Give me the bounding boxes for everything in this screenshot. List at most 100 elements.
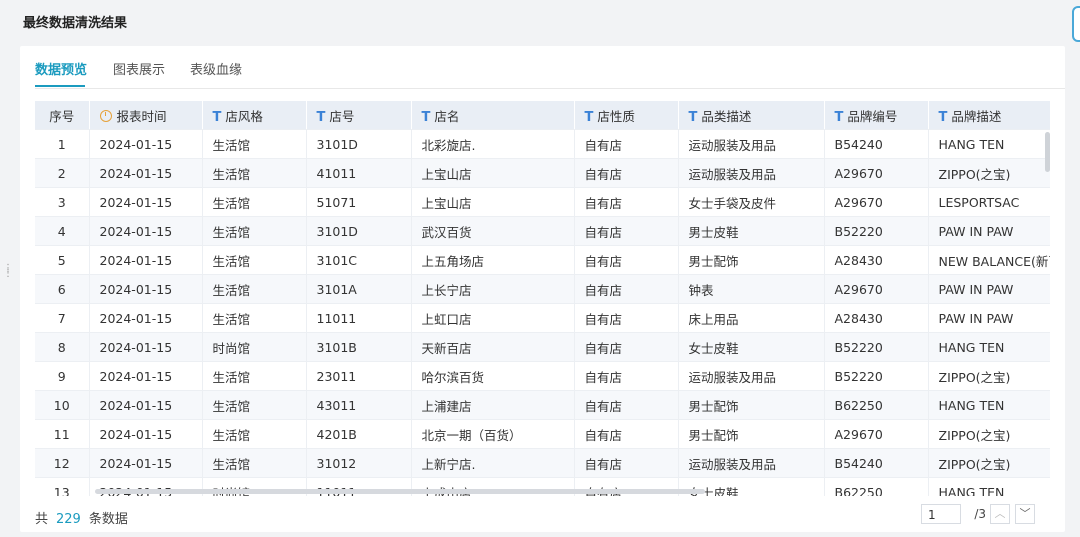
table-cell: HANG TEN: [928, 129, 1050, 159]
table-cell: A29670: [824, 158, 929, 188]
table-cell: A29670: [824, 187, 929, 217]
table-cell: NEW BALANCE(新百伦): [928, 245, 1050, 275]
table-cell: 自有店: [574, 274, 679, 304]
horizontal-scrollbar[interactable]: [95, 489, 705, 494]
table-cell: 上宝山店: [411, 187, 575, 217]
tab-data-preview[interactable]: 数据预览: [35, 59, 87, 78]
table-cell: 8: [35, 332, 90, 362]
table-cell: 自有店: [574, 448, 679, 478]
table-cell: 1: [35, 129, 90, 159]
column-header-5[interactable]: T 店性质: [574, 101, 679, 130]
table-cell: 自有店: [574, 129, 679, 159]
table-cell: 上长宁店: [411, 274, 575, 304]
table-row[interactable]: 12 2024-01-15 生活馆 31012 上新宁店. 自有店 运动服装及用品 B5424…: [35, 448, 1050, 478]
table-row[interactable]: 8 2024-01-15 时尚馆 3101B 天新百店 自有店 女士皮鞋 B52220 HANG…: [35, 332, 1050, 362]
table-cell: 6: [35, 274, 90, 304]
column-header-8[interactable]: T 品牌描述: [928, 101, 1050, 130]
table-row[interactable]: 6 2024-01-15 生活馆 3101A 上长宁店 自有店 钟表 A29670 PAW IN…: [35, 274, 1050, 304]
table-row[interactable]: 10 2024-01-15 生活馆 43011 上浦建店 自有店 男士配饰 B62250 HAN…: [35, 390, 1050, 420]
table-cell: PAW IN PAW: [928, 274, 1050, 304]
table-header-row: 序号 报表时间 T 店风格 T 店号 T 店名 T 店性质 T 品类描述 T 品牌编号 T 品牌描述: [35, 101, 1050, 130]
table-cell: 武汉百货: [411, 216, 575, 246]
column-header-7[interactable]: T 品牌编号: [824, 101, 929, 130]
table-cell: 11011: [306, 303, 412, 333]
total-prefix: 共: [35, 512, 49, 527]
table-row[interactable]: 1 2024-01-15 生活馆 3101D 北彩旋店. 自有店 运动服装及用品 B54240…: [35, 129, 1050, 159]
table-row[interactable]: 5 2024-01-15 生活馆 3101C 上五角场店 自有店 男士配饰 A28430 NEW…: [35, 245, 1050, 275]
table-cell: 哈尔滨百货: [411, 361, 575, 391]
table-cell: 2: [35, 158, 90, 188]
chevron-down-icon: ﹀: [1019, 507, 1031, 520]
table-row[interactable]: 7 2024-01-15 生活馆 11011 上虹口店 自有店 床上用品 A28430 PAW …: [35, 303, 1050, 333]
table-cell: HANG TEN: [928, 390, 1050, 420]
vertical-scrollbar[interactable]: [1045, 132, 1050, 172]
total-suffix: 条数据: [88, 512, 128, 527]
table-cell: 2024-01-15: [89, 245, 203, 275]
table-cell: 运动服装及用品: [678, 129, 825, 159]
tab-chart-display[interactable]: 图表展示: [113, 59, 165, 78]
text-type-icon: T: [316, 109, 326, 125]
table-cell: 生活馆: [202, 390, 307, 420]
table-cell: 2024-01-15: [89, 303, 203, 333]
table-cell: A28430: [824, 303, 929, 333]
table-cell: 上虹口店: [411, 303, 575, 333]
table-row[interactable]: 3 2024-01-15 生活馆 51071 上宝山店 自有店 女士手袋及皮件 A29670 L…: [35, 187, 1050, 217]
drag-handle-icon[interactable]: ⋮ ⋮: [3, 264, 13, 279]
table-cell: 3101D: [306, 129, 412, 159]
page-total: /3: [974, 507, 986, 521]
table-cell: 时尚馆: [202, 332, 307, 362]
side-panel-handle[interactable]: [1072, 6, 1080, 42]
page-number-input[interactable]: 1: [921, 504, 961, 524]
column-header-label: 序号: [49, 108, 75, 124]
table-cell: B54240: [824, 129, 929, 159]
tab-bar: 数据预览 图表展示 表级血缘: [35, 54, 1065, 89]
data-table: 序号 报表时间 T 店风格 T 店号 T 店名 T 店性质 T 品类描述 T 品牌编号 T 品牌描述 1 202…: [35, 101, 1050, 496]
result-card: 数据预览 图表展示 表级血缘 序号 报表时间 T 店风格 T 店号 T 店名 T 店性质 T 品类描述…: [20, 46, 1065, 532]
tab-table-lineage[interactable]: 表级血缘: [190, 59, 242, 78]
table-cell: 男士配饰: [678, 419, 825, 449]
text-type-icon: T: [584, 109, 594, 125]
table-cell: 4: [35, 216, 90, 246]
column-header-label: 店号: [329, 108, 355, 124]
column-header-label: 店性质: [597, 108, 635, 124]
table-cell: 钟表: [678, 274, 825, 304]
table-cell: 运动服装及用品: [678, 361, 825, 391]
table-cell: 生活馆: [202, 448, 307, 478]
table-cell: 北彩旋店.: [411, 129, 575, 159]
data-table-container: 序号 报表时间 T 店风格 T 店号 T 店名 T 店性质 T 品类描述 T 品牌编号 T 品牌描述 1 202…: [35, 101, 1050, 496]
table-row[interactable]: 11 2024-01-15 生活馆 4201B 北京一期（百货） 自有店 男士配饰 A2967…: [35, 419, 1050, 449]
total-count: 229: [56, 512, 81, 527]
table-cell: 51071: [306, 187, 412, 217]
table-cell: 3101A: [306, 274, 412, 304]
table-cell: 上五角场店: [411, 245, 575, 275]
table-cell: PAW IN PAW: [928, 216, 1050, 246]
text-type-icon: T: [688, 109, 698, 125]
table-row[interactable]: 2 2024-01-15 生活馆 41011 上宝山店 自有店 运动服装及用品 A29670 Z…: [35, 158, 1050, 188]
table-cell: A29670: [824, 274, 929, 304]
text-type-icon: T: [421, 109, 431, 125]
column-header-2[interactable]: T 店风格: [202, 101, 307, 130]
next-page-button[interactable]: ﹀: [1015, 504, 1035, 524]
table-row[interactable]: 4 2024-01-15 生活馆 3101D 武汉百货 自有店 男士皮鞋 B52220 PAW …: [35, 216, 1050, 246]
table-cell: 生活馆: [202, 216, 307, 246]
column-header-label: 品类描述: [701, 108, 752, 124]
table-cell: B62250: [824, 477, 929, 496]
table-cell: 41011: [306, 158, 412, 188]
table-cell: A28430: [824, 245, 929, 275]
table-row[interactable]: 9 2024-01-15 生活馆 23011 哈尔滨百货 自有店 运动服装及用品 B52220…: [35, 361, 1050, 391]
table-cell: 男士配饰: [678, 390, 825, 420]
column-header-6[interactable]: T 品类描述: [678, 101, 825, 130]
active-tab-indicator: [35, 85, 85, 87]
prev-page-button[interactable]: ︿: [990, 504, 1010, 524]
table-cell: 生活馆: [202, 361, 307, 391]
table-cell: B52220: [824, 332, 929, 362]
table-cell: 自有店: [574, 245, 679, 275]
column-header-1[interactable]: 报表时间: [89, 101, 203, 130]
column-header-0[interactable]: 序号: [35, 101, 90, 130]
table-cell: 运动服装及用品: [678, 448, 825, 478]
table-cell: PAW IN PAW: [928, 303, 1050, 333]
table-cell: B54240: [824, 448, 929, 478]
column-header-label: 品牌编号: [847, 108, 898, 124]
column-header-4[interactable]: T 店名: [411, 101, 575, 130]
column-header-3[interactable]: T 店号: [306, 101, 412, 130]
